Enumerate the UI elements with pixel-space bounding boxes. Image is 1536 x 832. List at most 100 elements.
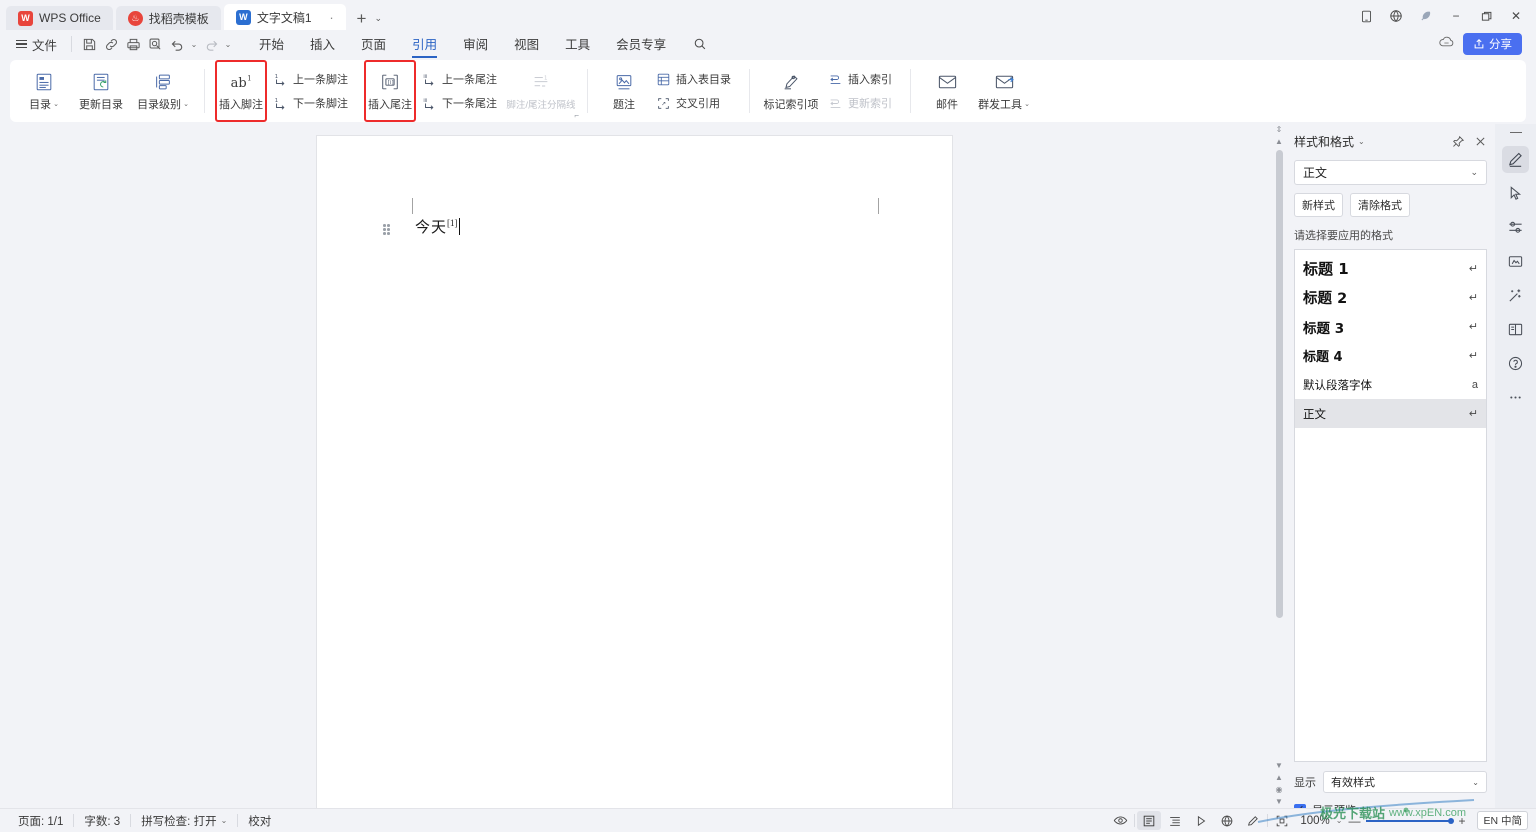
style-list[interactable]: 标题 1 ↵ 标题 2 ↵ 标题 3 ↵ 标题 4 ↵ 默认段落字体 a 正文 … [1294, 249, 1487, 762]
footnote-separator-button[interactable]: 1 = 脚注/尾注分隔线 [505, 60, 577, 122]
word-count[interactable]: 字数: 3 [74, 813, 130, 829]
tab-page[interactable]: 页面 [348, 30, 399, 58]
share-button[interactable]: 分享 [1463, 33, 1522, 55]
close-tab-icon[interactable]: · [324, 9, 340, 25]
select-browse-object-icon[interactable]: ◉ [1276, 784, 1283, 796]
settings-slider-icon[interactable] [1502, 214, 1529, 241]
zoom-slider[interactable]: — + [1344, 814, 1469, 828]
tab-tools[interactable]: 工具 [552, 30, 603, 58]
mark-index-entry-button[interactable]: 标记索引项 [760, 60, 822, 122]
close-button[interactable]: ✕ [1502, 5, 1530, 27]
redo-menu-icon[interactable]: ⌄ [222, 40, 234, 49]
prev-endnote-button[interactable]: iii 上一条尾注 [418, 68, 503, 90]
undo-icon[interactable] [166, 33, 188, 55]
next-endnote-button[interactable]: iii 下一条尾注 [418, 92, 503, 114]
zoom-track[interactable] [1366, 817, 1455, 824]
insert-table-of-figures-button[interactable]: 插入表目录 [652, 68, 737, 90]
zoom-level[interactable]: 100% [1296, 815, 1333, 827]
tablet-mode-icon[interactable] [1352, 5, 1380, 27]
feather-icon[interactable] [1412, 5, 1440, 27]
insert-index-button[interactable]: 插入索引 [824, 68, 898, 90]
tab-start[interactable]: 开始 [246, 30, 297, 58]
minimize-button[interactable]: − [1442, 5, 1470, 27]
style-list-item-body[interactable]: 正文 ↵ [1295, 399, 1486, 428]
document-body-text[interactable]: 今天[1] [415, 216, 460, 237]
cloud-sync-icon[interactable] [1438, 35, 1455, 54]
page-indicator[interactable]: 页面: 1/1 [8, 813, 73, 829]
chevron-down-icon[interactable]: ⌄ [1358, 137, 1365, 146]
tab-insert[interactable]: 插入 [297, 30, 348, 58]
undo-menu-icon[interactable]: ⌄ [188, 40, 200, 49]
tab-view[interactable]: 视图 [501, 30, 552, 58]
scroll-split-icon[interactable]: ⇕ [1276, 124, 1283, 136]
document-tools-icon[interactable] [1502, 248, 1529, 275]
print-preview-icon[interactable] [144, 33, 166, 55]
app-tab-wps-office[interactable]: W WPS Office [6, 6, 113, 30]
insert-footnote-button[interactable]: ab 1 插入脚注 [215, 60, 267, 122]
save-icon[interactable] [78, 33, 100, 55]
document-tab-active[interactable]: W 文字文稿1 · [223, 4, 346, 30]
pen-highlight-icon[interactable] [1502, 146, 1529, 174]
print-layout-icon[interactable] [1137, 811, 1162, 830]
search-icon[interactable] [689, 33, 711, 55]
update-index-button[interactable]: 更新索引 [824, 92, 898, 114]
next-page-icon[interactable]: ▼ [1275, 796, 1283, 808]
focus-mode-icon[interactable] [1270, 811, 1294, 830]
caption-button[interactable]: 题注 [598, 60, 650, 122]
outline-view-icon[interactable] [1163, 811, 1187, 830]
globe-icon[interactable] [1382, 5, 1410, 27]
scrollbar-thumb[interactable] [1275, 150, 1283, 618]
prev-page-icon[interactable]: ▲ [1275, 772, 1283, 784]
print-icon[interactable] [122, 33, 144, 55]
more-dots-icon[interactable] [1502, 384, 1529, 411]
style-list-item-heading2[interactable]: 标题 2 ↵ [1295, 283, 1486, 312]
paragraph-drag-handle[interactable] [383, 224, 392, 236]
next-footnote-button[interactable]: 1 下一条脚注 [269, 92, 354, 114]
new-style-button[interactable]: 新样式 [1294, 193, 1343, 217]
new-tab-button[interactable]: + [349, 10, 375, 30]
mass-mail-button[interactable]: 群发工具 ⌄ [973, 60, 1035, 122]
edit-pen-icon[interactable] [1241, 811, 1265, 830]
document-page[interactable]: 今天[1] [317, 136, 952, 808]
app-tab-template[interactable]: ♨ 找稻壳模板 [115, 6, 221, 30]
document-scroll-region[interactable]: 今天[1] [0, 124, 1286, 808]
proofread-button[interactable]: 校对 [238, 813, 281, 829]
reading-layout-icon[interactable] [1189, 811, 1213, 830]
style-list-item-heading4[interactable]: 标题 4 ↵ [1295, 341, 1486, 370]
style-list-item-heading3[interactable]: 标题 3 ↵ [1295, 312, 1486, 341]
update-toc-button[interactable]: 更新目录 [70, 60, 132, 122]
prev-footnote-button[interactable]: 1 上一条脚注 [269, 68, 354, 90]
pin-icon[interactable] [1452, 135, 1465, 148]
zoom-out-button[interactable]: — [1348, 814, 1360, 828]
toc-level-button[interactable]: 目录级别 ⌄ [132, 60, 194, 122]
endnote-reference-mark[interactable]: [1] [447, 218, 458, 228]
display-filter-select[interactable]: 有效样式 ⌄ [1323, 771, 1487, 793]
mail-button[interactable]: 邮件 [921, 60, 973, 122]
group-expand-icon[interactable]: ⌐ [574, 111, 579, 120]
toc-button[interactable]: 目录 ⌄ [18, 60, 70, 122]
close-icon[interactable] [1474, 135, 1487, 148]
spellcheck-status[interactable]: 拼写检查: 打开 ⌄ [131, 813, 237, 829]
collapse-rail-icon[interactable] [1509, 132, 1522, 134]
vertical-scrollbar[interactable]: ⇕ ▲ ▼ ▲ ◉ ▼ [1272, 124, 1286, 808]
file-menu-button[interactable]: 文件 [8, 32, 65, 57]
scroll-up-arrow-icon[interactable]: ▲ [1275, 136, 1283, 148]
zoom-in-button[interactable]: + [1458, 814, 1465, 828]
scroll-down-arrow-icon[interactable]: ▼ [1275, 760, 1283, 772]
chevron-down-icon[interactable]: ⌄ [1336, 816, 1343, 825]
tab-member-exclusive[interactable]: 会员专享 [603, 30, 679, 58]
web-layout-icon[interactable] [1215, 811, 1239, 830]
book-reader-icon[interactable] [1502, 316, 1529, 343]
tab-reference[interactable]: 引用 [399, 30, 450, 58]
zoom-handle[interactable] [1448, 817, 1455, 824]
new-tab-menu-icon[interactable]: ⌄ [374, 13, 382, 30]
style-list-item-heading1[interactable]: 标题 1 ↵ [1295, 254, 1486, 283]
tab-review[interactable]: 审阅 [450, 30, 501, 58]
link-icon[interactable] [100, 33, 122, 55]
cross-reference-button[interactable]: ↗ 交叉引用 [652, 92, 737, 114]
clear-format-button[interactable]: 清除格式 [1350, 193, 1410, 217]
redo-icon[interactable] [200, 33, 222, 55]
magic-wand-icon[interactable] [1502, 282, 1529, 309]
current-style-select[interactable]: 正文 ⌄ [1294, 160, 1487, 185]
cursor-select-icon[interactable] [1502, 180, 1529, 207]
